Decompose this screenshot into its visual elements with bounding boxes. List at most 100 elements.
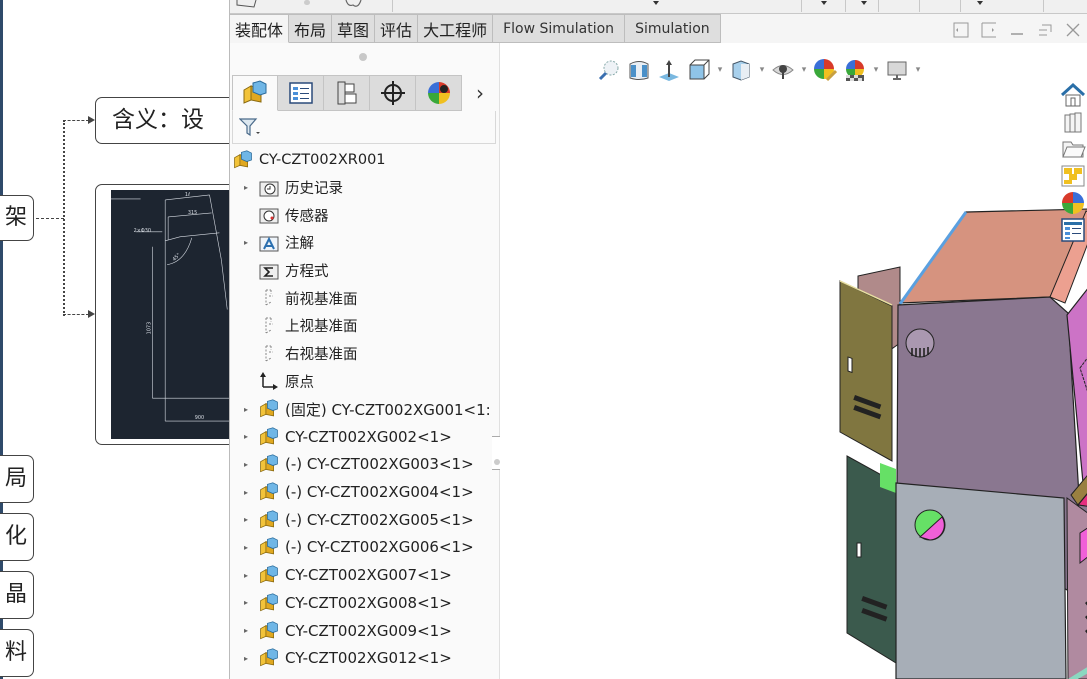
dropdown-caret-icon[interactable] <box>653 1 659 5</box>
lower-side-panel[interactable] <box>1066 497 1087 679</box>
dimxpertmanager-tab[interactable] <box>370 75 416 111</box>
dynamic-annotation-button[interactable] <box>656 57 682 83</box>
mindmap-branch-node[interactable]: 局 <box>0 455 34 503</box>
mindmap-meaning-node[interactable]: 含义：设 <box>95 97 245 144</box>
tree-component-item[interactable]: ▸ CY-CZT002XG012<1> <box>230 644 500 672</box>
view-settings-button[interactable] <box>884 57 910 83</box>
expand-arrow-icon[interactable]: ▸ <box>240 488 252 497</box>
tree-item[interactable]: ▸ 注解 <box>230 229 500 257</box>
tree-item[interactable]: ▸方程式 <box>230 257 500 285</box>
tree-component-item[interactable]: ▸ (-) CY-CZT002XG004<1> <box>230 478 500 506</box>
tree-item-label: (-) CY-CZT002XG005<1> <box>285 510 474 529</box>
tree-component-item[interactable]: ▸ CY-CZT002XG007<1> <box>230 561 500 589</box>
tree-item[interactable]: ▸原点 <box>230 368 500 396</box>
expand-arrow-icon[interactable]: ▸ <box>240 238 252 247</box>
assembly-3d-model[interactable] <box>500 43 1087 679</box>
cad-drawing-image: 1ℓ 315 2×Φ30 45° 1073 900 <box>111 190 244 439</box>
custom-properties-tab[interactable] <box>1058 216 1087 243</box>
tab-label: 装配体 <box>235 20 284 40</box>
next-tile-button[interactable] <box>975 18 1003 42</box>
section-view-button[interactable] <box>626 57 652 83</box>
mindmap-root-node[interactable]: 架 <box>0 195 34 241</box>
solidworks-resources-tab[interactable] <box>1058 81 1087 108</box>
insert-components-icon[interactable] <box>236 0 258 10</box>
expand-arrow-icon[interactable]: ▸ <box>240 460 252 469</box>
minimize-button[interactable] <box>1003 18 1031 42</box>
propertymanager-tab[interactable] <box>278 75 324 111</box>
dropdown-caret-icon[interactable] <box>861 1 867 5</box>
tree-component-item[interactable]: ▸ CY-CZT002XG002<1> <box>230 423 500 451</box>
restore-button[interactable] <box>1031 18 1059 42</box>
view-settings-dropdown[interactable]: ▾ <box>914 65 922 75</box>
expand-arrow-icon[interactable]: ▸ <box>240 405 252 414</box>
eye-icon <box>772 65 794 79</box>
more-tabs-button[interactable]: › <box>462 75 498 111</box>
close-button[interactable] <box>1059 18 1087 42</box>
toolbar-separator <box>392 0 393 12</box>
graphics-area[interactable]: ▾ ▾ ▾ ▾ ▾ <box>500 43 1087 679</box>
featuremanager-tab[interactable] <box>232 75 278 111</box>
displaymanager-tab[interactable] <box>416 75 462 111</box>
tree-component-item[interactable]: ▸ CY-CZT002XG009<1> <box>230 617 500 645</box>
mate-icon[interactable] <box>344 0 364 10</box>
expand-arrow-icon[interactable]: ▸ <box>240 432 252 441</box>
tab-flow-simulation[interactable]: Flow Simulation <box>493 14 626 43</box>
tree-item-label: (-) CY-CZT002XG004<1> <box>285 483 474 502</box>
tab-evaluate[interactable]: 评估 <box>375 14 419 43</box>
mindmap-branch-node[interactable]: 料 <box>0 629 34 677</box>
view-palette-tab[interactable] <box>1058 162 1087 189</box>
expand-arrow-icon[interactable]: ▸ <box>240 183 252 192</box>
hide-show-dropdown[interactable]: ▾ <box>800 65 808 75</box>
design-library-tab[interactable] <box>1058 108 1087 135</box>
tab-assembly[interactable]: 装配体 <box>230 14 290 43</box>
tree-item-label: CY-CZT002XG008<1> <box>285 593 452 612</box>
tree-item[interactable]: ▸右视基准面 <box>230 340 500 368</box>
mindmap-branch-node[interactable]: 化 <box>0 513 34 561</box>
tree-item[interactable]: ▸前视基准面 <box>230 284 500 312</box>
tree-component-item[interactable]: ▸ (-) CY-CZT002XG006<1> <box>230 534 500 562</box>
assembly-icon <box>258 565 280 585</box>
tree-item[interactable]: ▸ 历史记录 <box>230 174 500 202</box>
tab-layout[interactable]: 布局 <box>289 14 333 43</box>
window-controls <box>947 18 1087 42</box>
dropdown-caret-icon[interactable] <box>821 1 827 5</box>
tab-simulation[interactable]: Simulation <box>625 14 721 43</box>
hide-show-items-button[interactable] <box>770 57 796 83</box>
assembly-icon <box>258 399 280 419</box>
tree-root-item[interactable]: ▸CY-CZT002XR001 <box>230 146 500 174</box>
mindmap-branch-node[interactable]: 晶 <box>0 571 34 619</box>
tree-component-item[interactable]: ▸ (-) CY-CZT002XG005<1> <box>230 506 500 534</box>
view-orientation-button[interactable] <box>686 57 712 83</box>
tree-item[interactable]: ▸上视基准面 <box>230 312 500 340</box>
tile-left-icon <box>953 22 969 38</box>
expand-arrow-icon[interactable]: ▸ <box>240 543 252 552</box>
previous-tile-button[interactable] <box>947 18 975 42</box>
tab-big-engineer[interactable]: 大工程师 <box>418 14 494 43</box>
filter-icon[interactable] <box>239 117 261 137</box>
expand-arrow-icon[interactable]: ▸ <box>240 654 252 663</box>
file-explorer-tab[interactable] <box>1058 135 1087 162</box>
edit-appearance-button[interactable] <box>812 57 838 83</box>
tree-component-item[interactable]: ▸ (-) CY-CZT002XG003<1> <box>230 451 500 479</box>
tree-component-item[interactable]: ▸ CY-CZT002XG008<1> <box>230 589 500 617</box>
featuremanager-tabs: › <box>232 75 498 111</box>
apply-scene-dropdown[interactable]: ▾ <box>872 65 880 75</box>
expand-arrow-icon[interactable]: ▸ <box>240 515 252 524</box>
tree-component-item[interactable]: ▸ (固定) CY-CZT002XG001<1: <box>230 395 500 423</box>
tab-sketch[interactable]: 草图 <box>332 14 376 43</box>
dropdown-caret-icon[interactable] <box>977 1 983 5</box>
configurationmanager-tab[interactable] <box>324 75 370 111</box>
expand-arrow-icon[interactable]: ▸ <box>240 571 252 580</box>
view-orientation-dropdown[interactable]: ▾ <box>716 65 724 75</box>
apply-scene-button[interactable] <box>842 57 868 83</box>
display-style-button[interactable] <box>728 57 754 83</box>
tree-item-label: 方程式 <box>285 264 329 281</box>
panel-grip-handle[interactable] <box>359 53 367 61</box>
expand-arrow-icon[interactable]: ▸ <box>240 598 252 607</box>
display-style-dropdown[interactable]: ▾ <box>758 65 766 75</box>
mindmap-image-node[interactable]: 1ℓ 315 2×Φ30 45° 1073 900 <box>95 184 245 445</box>
expand-arrow-icon[interactable]: ▸ <box>240 626 252 635</box>
tree-item[interactable]: ▸传感器 <box>230 201 500 229</box>
appearances-scenes-tab[interactable] <box>1058 189 1087 216</box>
zoom-to-fit-button[interactable] <box>596 57 622 83</box>
